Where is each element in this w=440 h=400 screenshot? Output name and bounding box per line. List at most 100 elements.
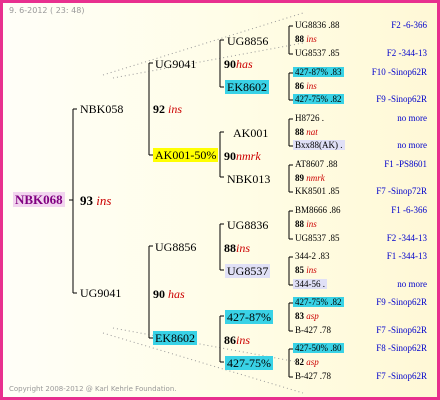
gen1-num: 92 <box>153 102 165 116</box>
gen3-node[interactable]: 427-75% <box>225 356 273 370</box>
gen4-id: 427-50% .80 <box>293 343 344 353</box>
gen4-origin: no more <box>397 140 427 150</box>
gen4-origin: F9 -Sinop62R <box>376 297 427 307</box>
gen3-tag: nmrk <box>306 173 325 183</box>
gen4-node[interactable]: 427-75% .82 <box>293 297 344 307</box>
gen3-tag: nat <box>306 127 318 137</box>
gen4-origin: F7 -Sinop62R <box>376 371 427 381</box>
gen3-num: 88 <box>295 127 304 137</box>
gen3-tag: asp <box>306 311 319 321</box>
gen2-node[interactable]: UG8856 <box>155 241 196 253</box>
gen3-num: 89 <box>295 173 304 183</box>
gen3-score: 86 ins <box>295 82 317 91</box>
root-num: 93 <box>80 193 93 208</box>
gen4-node[interactable]: 344-56 . <box>293 279 327 289</box>
gen4-node[interactable]: UG8836 .88 <box>295 21 340 30</box>
gen4-origin: F10 -Sinop62R <box>371 67 427 77</box>
gen2-num: 88 <box>224 241 236 255</box>
gen1-score: 90 has <box>153 288 185 300</box>
copyright-footer: Copyright 2008-2012 @ Karl Kehrle Founda… <box>9 385 177 393</box>
gen2-node[interactable]: AK001-50% <box>153 148 219 162</box>
gen3-num: 83 <box>295 311 304 321</box>
gen3-num: 82 <box>295 357 304 367</box>
gen4-origin: F1 -344-13 <box>386 251 427 261</box>
gen4-node[interactable]: B-427 .78 <box>295 326 331 335</box>
gen3-node[interactable]: UG8537 <box>225 264 271 278</box>
gen1-node[interactable]: NBK058 <box>80 103 123 115</box>
gen2-num: 86 <box>224 333 236 347</box>
gen4-node[interactable]: KK8501 .85 <box>295 187 340 196</box>
gen4-node[interactable]: BM8666 .86 <box>295 206 341 215</box>
gen4-node[interactable]: UG8537 .85 <box>295 234 340 243</box>
root-tag: ins <box>96 193 112 208</box>
gen3-tag: ins <box>306 34 317 44</box>
gen3-num: 86 <box>295 81 304 91</box>
gen4-origin: F2 -344-13 <box>386 48 427 58</box>
gen3-id: 427-75% <box>225 356 273 370</box>
gen4-id: Bxx88(AK) . <box>293 140 345 150</box>
gen3-tag: asp <box>306 357 319 367</box>
gen2-tag: has <box>236 57 253 71</box>
gen1-tag: ins <box>168 102 183 116</box>
gen3-node[interactable]: UG8856 <box>227 35 268 47</box>
gen2-id: AK001-50% <box>153 148 219 162</box>
root-id: NBK068 <box>13 192 65 207</box>
gen4-node[interactable]: 427-87% .83 <box>293 67 344 77</box>
pedigree-connectors <box>69 25 293 378</box>
gen2-score: 90nmrk <box>224 150 261 162</box>
gen1-tag: has <box>168 287 185 301</box>
gen4-node[interactable]: UG8537 .85 <box>295 49 340 58</box>
gen2-node[interactable]: EK8602 <box>153 331 197 345</box>
gen4-origin: F8 -Sinop62R <box>376 343 427 353</box>
gen2-num: 90 <box>224 57 236 71</box>
gen3-num: 85 <box>295 265 304 275</box>
gen3-node[interactable]: EK8602 <box>225 80 269 94</box>
gen4-origin: no more <box>397 113 427 123</box>
gen2-node[interactable]: UG9041 <box>155 58 196 70</box>
gen2-tag: ins <box>236 241 251 255</box>
gen4-origin: F2 -344-13 <box>386 233 427 243</box>
gen4-id: 427-75% .82 <box>293 94 344 104</box>
gen4-node[interactable]: B-427 .78 <box>295 372 331 381</box>
gen3-score: 88 ins <box>295 220 317 229</box>
gen4-origin: no more <box>397 279 427 289</box>
gen4-origin: F9 -Sinop62R <box>376 94 427 104</box>
root-score: 93 ins <box>80 194 111 207</box>
gen3-tag: ins <box>306 265 317 275</box>
gen4-id: 427-87% .83 <box>293 67 344 77</box>
gen3-score: 83 asp <box>295 312 319 321</box>
gen3-node[interactable]: UG8836 <box>227 219 268 231</box>
gen4-origin: F1 -PS8601 <box>384 159 427 169</box>
gen4-node[interactable]: 344-2 .83 <box>295 252 330 261</box>
gen3-score: 82 asp <box>295 358 319 367</box>
gen1-score: 92 ins <box>153 103 182 115</box>
gen4-node[interactable]: Bxx88(AK) . <box>293 140 345 150</box>
gen3-num: 88 <box>295 34 304 44</box>
gen3-score: 88 ins <box>295 35 317 44</box>
gen4-node[interactable]: 427-50% .80 <box>293 343 344 353</box>
gen4-node[interactable]: H8726 . <box>295 114 324 123</box>
gen2-score: 86ins <box>224 334 250 346</box>
gen1-node[interactable]: UG9041 <box>80 287 121 299</box>
gen1-num: 90 <box>153 287 165 301</box>
gen3-tag: ins <box>306 219 317 229</box>
gen4-id: 344-56 . <box>293 279 327 289</box>
gen4-origin: F2 -6-366 <box>391 20 427 30</box>
gen3-score: 88 nat <box>295 128 318 137</box>
gen3-score: 85 ins <box>295 266 317 275</box>
gen4-node[interactable]: 427-75% .82 <box>293 94 344 104</box>
gen4-origin: F7 -Sinop72R <box>376 186 427 196</box>
gen3-node[interactable]: AK001 <box>233 127 268 139</box>
gen2-tag: ins <box>236 333 251 347</box>
gen3-node[interactable]: NBK013 <box>227 173 270 185</box>
root-node[interactable]: NBK068 <box>13 192 65 207</box>
gen2-score: 88ins <box>224 242 250 254</box>
gen2-num: 90 <box>224 149 236 163</box>
gen4-node[interactable]: AT8607 .88 <box>295 160 338 169</box>
gen3-node[interactable]: 427-87% <box>225 310 273 324</box>
gen2-tag: nmrk <box>236 149 261 163</box>
gen3-tag: ins <box>306 81 317 91</box>
pedigree-panel: 9. 6-2012 ( 23: 48) NBK068 93 ins NBK058… <box>0 0 440 400</box>
gen2-score: 90has <box>224 58 253 70</box>
gen2-id: EK8602 <box>153 331 197 345</box>
